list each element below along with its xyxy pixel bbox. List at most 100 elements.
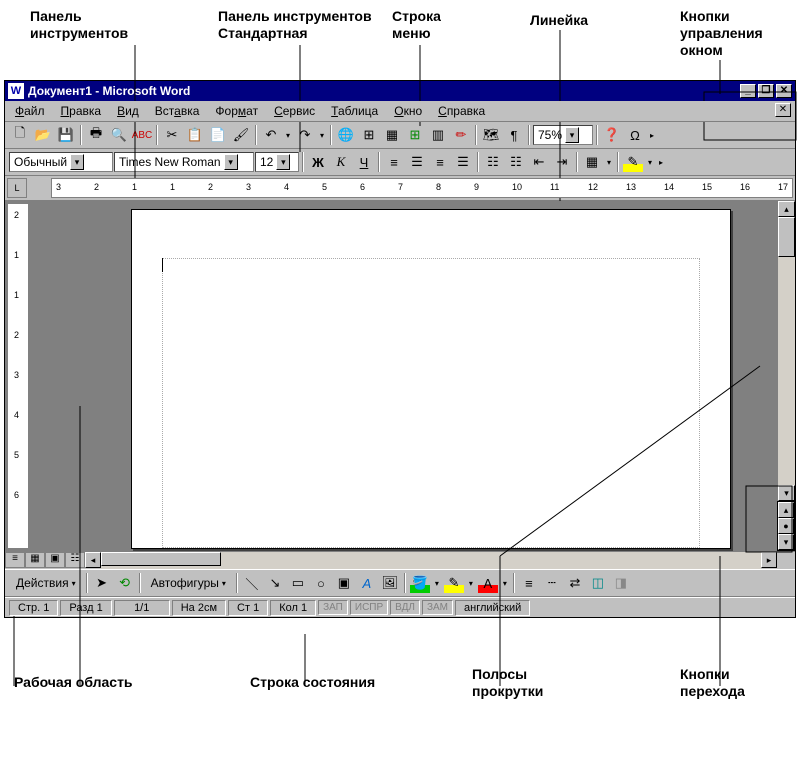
toolbar-more-icon[interactable]: ▸ bbox=[647, 124, 657, 146]
hyperlink-icon[interactable]: 🌐 bbox=[335, 124, 357, 146]
menu-insert[interactable]: Вставка bbox=[149, 103, 206, 119]
arrow-style-icon[interactable]: ⇄ bbox=[564, 572, 586, 594]
vertical-ruler[interactable]: 21123456 bbox=[7, 203, 29, 549]
next-page-icon[interactable]: ▾ bbox=[778, 534, 794, 550]
decrease-indent-icon[interactable]: ⇤ bbox=[528, 151, 550, 173]
paste-icon[interactable]: 📄 bbox=[207, 124, 229, 146]
doc-close-button[interactable]: ✕ bbox=[775, 103, 791, 117]
scroll-down-icon[interactable]: ▾ bbox=[778, 485, 795, 501]
menu-format[interactable]: Формат bbox=[209, 103, 264, 119]
font-color-icon[interactable]: A bbox=[477, 572, 499, 594]
3d-icon[interactable]: ◨ bbox=[610, 572, 632, 594]
italic-button[interactable]: К bbox=[330, 151, 352, 173]
drawing-icon[interactable]: ✏ bbox=[450, 124, 472, 146]
menu-edit[interactable]: Правка bbox=[55, 103, 108, 119]
chevron-down-icon[interactable]: ▾ bbox=[565, 127, 579, 143]
chevron-down-icon[interactable]: ▾ bbox=[70, 154, 84, 170]
fill-dropdown-icon[interactable]: ▾ bbox=[432, 572, 442, 594]
wordart-icon[interactable]: A bbox=[356, 572, 378, 594]
toolbar-more-icon[interactable]: ▸ bbox=[656, 151, 666, 173]
new-icon[interactable]: 🗋 bbox=[9, 124, 31, 146]
page[interactable] bbox=[131, 209, 731, 549]
minimize-button[interactable]: _ bbox=[740, 84, 756, 98]
style-combo[interactable]: Обычный ▾ bbox=[9, 152, 113, 172]
textbox-icon[interactable]: ▣ bbox=[333, 572, 355, 594]
drawing-actions-button[interactable]: Действия▾ bbox=[9, 573, 83, 593]
rectangle-icon[interactable]: ▭ bbox=[287, 572, 309, 594]
spellcheck-icon[interactable]: ABC bbox=[131, 124, 153, 146]
help-icon[interactable]: ❓ bbox=[601, 124, 623, 146]
borders-icon[interactable]: ▦ bbox=[581, 151, 603, 173]
scroll-up-icon[interactable]: ▴ bbox=[778, 201, 795, 217]
shadow-icon[interactable]: ◫ bbox=[587, 572, 609, 594]
rotate-icon[interactable]: ⟲ bbox=[114, 572, 136, 594]
print-preview-icon[interactable]: 🔍 bbox=[108, 124, 130, 146]
numbered-list-icon[interactable]: ☷ bbox=[482, 151, 504, 173]
menu-window[interactable]: Окно bbox=[388, 103, 428, 119]
font-combo[interactable]: Times New Roman ▾ bbox=[114, 152, 254, 172]
status-ext[interactable]: ВДЛ bbox=[390, 600, 420, 615]
copy-icon[interactable]: 📋 bbox=[184, 124, 206, 146]
line-color-icon[interactable]: ✎ bbox=[443, 572, 465, 594]
align-center-icon[interactable]: ☰ bbox=[406, 151, 428, 173]
oval-icon[interactable]: ○ bbox=[310, 572, 332, 594]
normal-view-icon[interactable]: ≡ bbox=[5, 552, 25, 568]
align-left-icon[interactable]: ≡ bbox=[383, 151, 405, 173]
cut-icon[interactable]: ✂ bbox=[161, 124, 183, 146]
status-rec[interactable]: ЗАП bbox=[318, 600, 348, 615]
hscroll-thumb[interactable] bbox=[101, 552, 221, 566]
excel-icon[interactable]: ⊞ bbox=[404, 124, 426, 146]
tab-selector[interactable]: L bbox=[7, 178, 27, 198]
show-hide-icon[interactable]: ¶ bbox=[503, 124, 525, 146]
web-view-icon[interactable]: ▦ bbox=[25, 552, 45, 568]
font-color-dropdown-icon[interactable]: ▾ bbox=[500, 572, 510, 594]
autoshapes-button[interactable]: Автофигуры▾ bbox=[144, 573, 233, 593]
doc-map-icon[interactable]: 🗺 bbox=[480, 124, 502, 146]
menu-table[interactable]: Таблица bbox=[325, 103, 384, 119]
bold-button[interactable]: Ж bbox=[307, 151, 329, 173]
clipart-icon[interactable]: 🖼 bbox=[379, 572, 401, 594]
maximize-button[interactable]: ❐ bbox=[758, 84, 774, 98]
chevron-down-icon[interactable]: ▾ bbox=[276, 154, 290, 170]
document-area[interactable] bbox=[31, 201, 777, 551]
highlight-dropdown-icon[interactable]: ▾ bbox=[645, 151, 655, 173]
align-justify-icon[interactable]: ☰ bbox=[452, 151, 474, 173]
vertical-scrollbar[interactable]: ▴ ▾ bbox=[777, 201, 795, 501]
bulleted-list-icon[interactable]: ☷ bbox=[505, 151, 527, 173]
line-color-dropdown-icon[interactable]: ▾ bbox=[466, 572, 476, 594]
menu-help[interactable]: Справка bbox=[432, 103, 491, 119]
scroll-thumb[interactable] bbox=[778, 217, 795, 257]
undo-icon[interactable]: ↶ bbox=[260, 124, 282, 146]
chevron-down-icon[interactable]: ▾ bbox=[224, 154, 238, 170]
menu-tools[interactable]: Сервис bbox=[268, 103, 321, 119]
omega-icon[interactable]: Ω bbox=[624, 124, 646, 146]
dash-style-icon[interactable]: ┄ bbox=[541, 572, 563, 594]
arrow-icon[interactable]: ↘ bbox=[264, 572, 286, 594]
scroll-track[interactable] bbox=[778, 257, 795, 485]
select-objects-icon[interactable]: ➤ bbox=[91, 572, 113, 594]
scroll-left-icon[interactable]: ◂ bbox=[85, 552, 101, 568]
open-icon[interactable]: 📂 bbox=[32, 124, 54, 146]
hscroll-track[interactable] bbox=[101, 552, 761, 569]
menu-view[interactable]: Вид bbox=[111, 103, 145, 119]
columns-icon[interactable]: ▥ bbox=[427, 124, 449, 146]
increase-indent-icon[interactable]: ⇥ bbox=[551, 151, 573, 173]
zoom-combo[interactable]: 75% ▾ bbox=[533, 125, 593, 145]
redo-icon[interactable]: ↷ bbox=[294, 124, 316, 146]
font-size-combo[interactable]: 12 ▾ bbox=[255, 152, 299, 172]
format-painter-icon[interactable]: 🖌 bbox=[230, 124, 252, 146]
outline-view-icon[interactable]: ☷ bbox=[65, 552, 85, 568]
prev-page-icon[interactable]: ▴ bbox=[778, 502, 794, 518]
line-icon[interactable]: ＼ bbox=[241, 572, 263, 594]
redo-dropdown-icon[interactable]: ▾ bbox=[317, 124, 327, 146]
undo-dropdown-icon[interactable]: ▾ bbox=[283, 124, 293, 146]
highlight-icon[interactable]: ✎ bbox=[622, 151, 644, 173]
status-trk[interactable]: ИСПР bbox=[350, 600, 388, 615]
status-language[interactable]: английский bbox=[455, 600, 530, 616]
print-layout-view-icon[interactable]: ▣ bbox=[45, 552, 65, 568]
save-icon[interactable]: 💾 bbox=[55, 124, 77, 146]
align-right-icon[interactable]: ≡ bbox=[429, 151, 451, 173]
scroll-right-icon[interactable]: ▸ bbox=[761, 552, 777, 568]
tables-borders-icon[interactable]: ⊞ bbox=[358, 124, 380, 146]
insert-table-icon[interactable]: ▦ bbox=[381, 124, 403, 146]
